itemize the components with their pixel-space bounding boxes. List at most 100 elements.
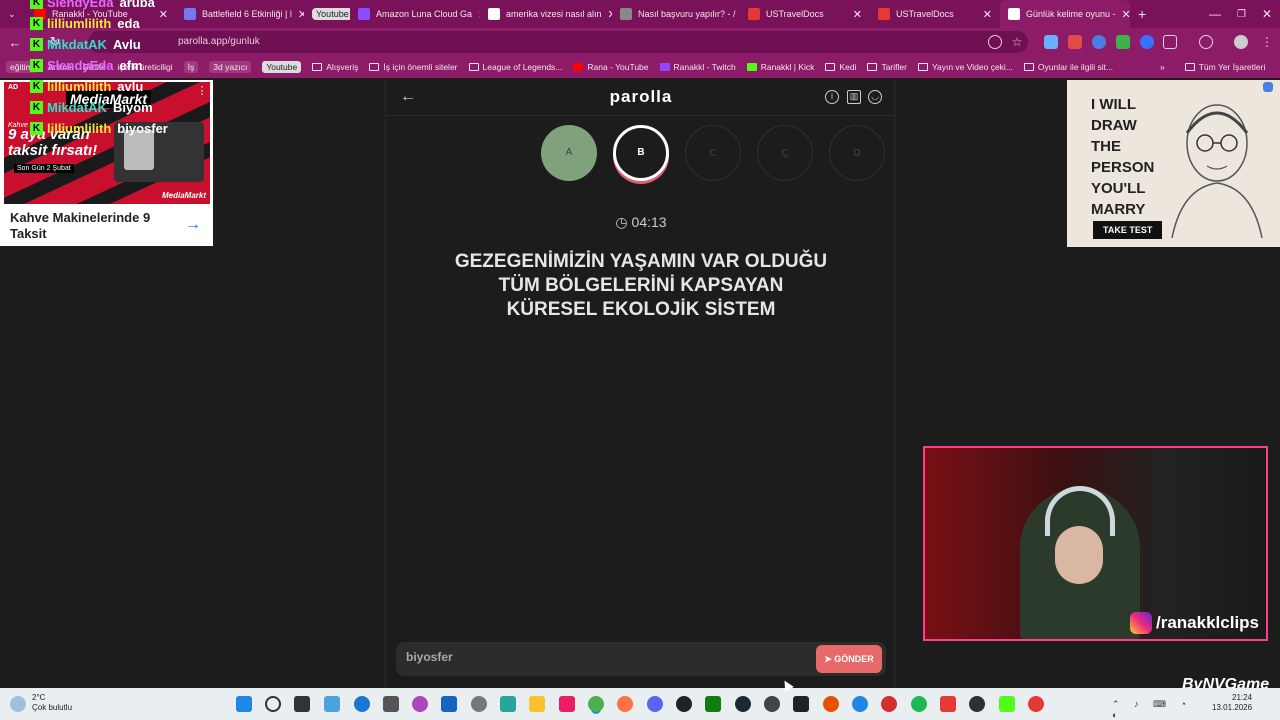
browser-tab[interactable]: USTravelDocs ✕ xyxy=(870,0,1000,28)
menu-icon[interactable]: ⋮ xyxy=(1260,35,1274,49)
bookmark-star-icon[interactable]: ☆ xyxy=(1010,35,1024,49)
app-icon[interactable] xyxy=(1028,696,1044,712)
search-icon[interactable] xyxy=(265,696,281,712)
bookmark-item[interactable]: Alışveriş xyxy=(312,62,358,72)
discord-icon[interactable] xyxy=(647,696,663,712)
close-window-button[interactable]: ✕ xyxy=(1254,0,1280,28)
close-tab-icon[interactable]: ✕ xyxy=(847,8,862,21)
bookmark-item[interactable]: Youtube xyxy=(262,61,302,73)
browser-tab[interactable]: amerika vizesi nasıl alın✕ xyxy=(480,0,612,28)
spotify-icon[interactable] xyxy=(911,696,927,712)
browser-tab[interactable]: USTravelDocs ✕ xyxy=(740,0,870,28)
bookmark-item[interactable]: İş xyxy=(183,61,199,73)
browser-tab[interactable]: Youtube xyxy=(304,0,350,28)
extension-icon[interactable] xyxy=(1044,35,1058,49)
taskview-icon[interactable] xyxy=(294,696,310,712)
yticon-icon xyxy=(573,63,584,71)
chat-username: MikdatAK xyxy=(47,100,107,115)
profile-icon[interactable]: ◡ xyxy=(868,90,882,104)
tab-bar: ⌄ Ranakkl - YouTube ✕ Battlefield 6 Etkinl… xyxy=(0,0,1280,28)
bookmark-item[interactable]: Kedi xyxy=(825,62,856,72)
send-button[interactable]: ➤ GÖNDER xyxy=(816,645,882,673)
copilot-icon[interactable] xyxy=(412,696,428,712)
tray-icons[interactable]: ⌃ ♪ ⌨ ◔ ◐ xyxy=(1112,699,1202,720)
weather-widget[interactable]: 2°C Çok bulutlu xyxy=(10,693,72,713)
answer-input[interactable] xyxy=(406,650,786,664)
kick-icon[interactable] xyxy=(999,696,1015,712)
take-test-button[interactable]: TAKE TEST xyxy=(1093,221,1163,239)
app-icon[interactable] xyxy=(559,696,575,712)
app-icon[interactable] xyxy=(676,696,692,712)
all-bookmarks[interactable]: Tüm Yer İşaretleri xyxy=(1184,62,1265,72)
steam-icon[interactable] xyxy=(735,696,751,712)
bookmark-item[interactable]: Oyunlar ile ilgili sit... xyxy=(1023,62,1114,72)
info-icon[interactable]: i xyxy=(825,90,839,104)
url-input[interactable]: parolla.app/gunluk xyxy=(88,31,1028,53)
app-icon[interactable] xyxy=(940,696,956,712)
firefox-icon[interactable] xyxy=(617,696,633,712)
bookmark-item[interactable]: 3d yazıcı xyxy=(209,61,252,73)
right-advertisement[interactable]: I WILL DRAW THE PERSON YOU'LL MARRY TAKE… xyxy=(1067,80,1280,247)
arrow-right-icon[interactable]: → xyxy=(185,216,201,234)
bookmark-item[interactable]: Yayın ve Video çeki... xyxy=(917,62,1013,72)
extension-icon[interactable] xyxy=(1116,35,1130,49)
close-tab-icon[interactable]: ✕ xyxy=(292,8,304,21)
xbox-icon[interactable] xyxy=(705,696,721,712)
bookmarks-more[interactable]: » xyxy=(1160,62,1165,72)
maximize-button[interactable]: ❐ xyxy=(1229,0,1254,28)
extension-icon[interactable] xyxy=(1140,35,1154,49)
close-tab-icon[interactable]: ✕ xyxy=(472,8,480,21)
eye-off-icon[interactable] xyxy=(988,35,1002,49)
letter-circle-todo: C xyxy=(685,125,741,181)
app-icon[interactable] xyxy=(764,696,780,712)
bookmark-item[interactable]: Ranakkl | Kick xyxy=(746,62,814,72)
edge-icon[interactable] xyxy=(354,696,370,712)
stats-icon[interactable]: ▥ xyxy=(847,90,861,104)
ad-caption[interactable]: Kahve Makinelerinde 9 Taksit xyxy=(10,210,170,242)
tab-label: USTravelDocs xyxy=(766,9,824,19)
bookmark-item[interactable]: Ranakkl - Twitch xyxy=(659,62,736,72)
bookmark-item[interactable]: League of Legends... xyxy=(468,62,563,72)
close-tab-icon[interactable]: ✕ xyxy=(1116,8,1130,21)
bookmark-label: League of Legends... xyxy=(482,62,563,72)
kick-badge-icon: K xyxy=(30,17,43,30)
app-icon[interactable] xyxy=(881,696,897,712)
browser-tab[interactable]: Günlük kelime oyunu - ✕ xyxy=(1000,0,1130,28)
close-tab-icon[interactable]: ✕ xyxy=(977,8,992,21)
extension-icon[interactable] xyxy=(1092,35,1106,49)
puzzle-icon[interactable] xyxy=(1163,35,1177,49)
tab-search-button[interactable]: ⌄ xyxy=(0,0,26,28)
epic-icon[interactable] xyxy=(793,696,809,712)
browser-tab[interactable]: Amazon Luna Cloud Ga✕ xyxy=(350,0,480,28)
extension-icon[interactable] xyxy=(1068,35,1082,49)
folder-icon xyxy=(369,63,380,71)
app-icon[interactable] xyxy=(823,696,839,712)
bookmark-item[interactable]: İş için önemli siteler xyxy=(369,62,458,72)
bookmark-label: Oyunlar ile ilgili sit... xyxy=(1037,62,1114,72)
app-icon[interactable] xyxy=(383,696,399,712)
widgets-icon[interactable] xyxy=(324,696,340,712)
bookmark-item[interactable]: Tarifler xyxy=(867,62,907,72)
page-icon xyxy=(184,8,196,20)
photos-icon[interactable] xyxy=(500,696,516,712)
bookmark-item[interactable]: Rana - YouTube xyxy=(573,62,649,72)
system-clock[interactable]: 21:24 13.01.2026 xyxy=(1212,693,1252,713)
history-icon[interactable] xyxy=(1199,35,1213,49)
ad-choices-icon[interactable] xyxy=(1263,82,1273,92)
back-icon[interactable]: ← xyxy=(5,35,25,50)
letter-circle-todo: D xyxy=(829,125,885,181)
avatar[interactable] xyxy=(1234,35,1248,49)
store-icon[interactable] xyxy=(441,696,457,712)
browser-tab[interactable]: Nasıl başvuru yapılır? - /✕ xyxy=(612,0,740,28)
chrome-icon[interactable] xyxy=(588,696,604,712)
start-icon[interactable] xyxy=(236,696,252,712)
browser-tab[interactable]: Battlefield 6 Etkinliği | l ✕ xyxy=(176,0,304,28)
obs-icon[interactable] xyxy=(969,696,985,712)
settings-icon[interactable] xyxy=(471,696,487,712)
new-tab-button[interactable]: + xyxy=(1130,0,1154,28)
app-icon[interactable] xyxy=(852,696,868,712)
minimize-button[interactable]: — xyxy=(1201,0,1229,28)
close-tab-icon[interactable]: ✕ xyxy=(602,8,612,21)
ad-options-icon[interactable]: ⋮ xyxy=(195,84,209,98)
folder-icon[interactable] xyxy=(529,696,545,712)
